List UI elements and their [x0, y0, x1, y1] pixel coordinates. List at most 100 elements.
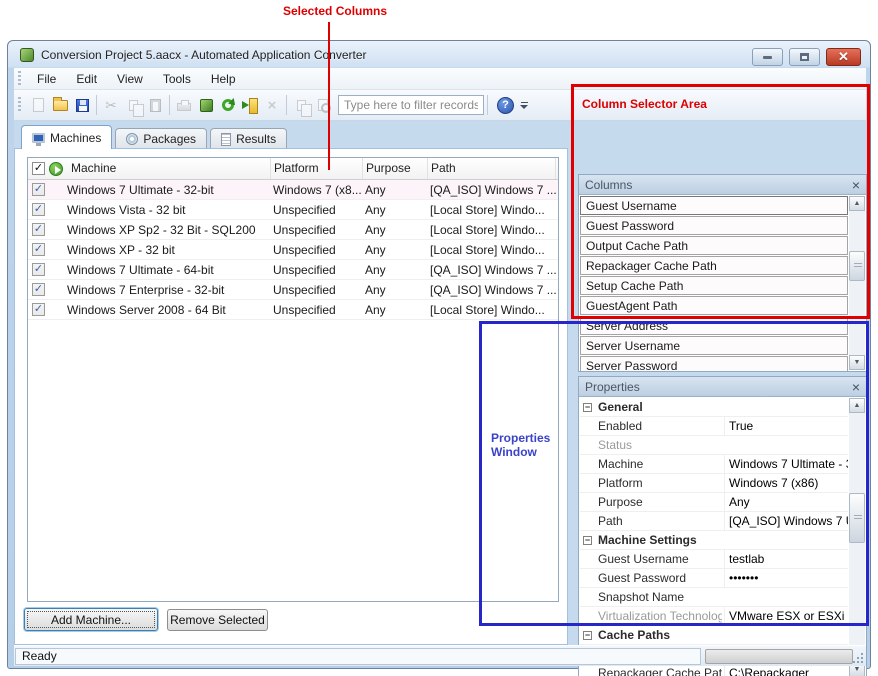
toolbar-grip-handle[interactable] — [18, 97, 21, 113]
print-icon[interactable] — [173, 94, 195, 116]
machine-rows: ✓Windows 7 Ultimate - 32-bitWindows 7 (x… — [28, 180, 558, 320]
tab-machines[interactable]: Machines — [21, 125, 112, 149]
duplicate-icon — [297, 100, 306, 111]
results-icon — [221, 133, 231, 146]
menu-help[interactable]: Help — [201, 69, 246, 89]
row-checkbox[interactable]: ✓ — [32, 243, 45, 256]
cut-icon: ✂ — [105, 97, 117, 114]
annotation-selected-columns-label: Selected Columns — [283, 4, 387, 18]
cell-platform: Unspecified — [273, 200, 361, 220]
tab-strip: Machines Packages Results — [21, 125, 290, 149]
select-all-checkbox[interactable]: ✓ — [32, 162, 45, 175]
run-conversion-icon[interactable] — [239, 94, 261, 116]
stop-icon[interactable]: × — [261, 94, 283, 116]
row-checkbox[interactable]: ✓ — [32, 223, 45, 236]
cell-purpose: Any — [365, 180, 425, 200]
add-machine-button[interactable]: Add Machine... — [24, 608, 158, 631]
tab-results[interactable]: Results — [210, 128, 287, 149]
tab-label: Results — [236, 132, 276, 146]
machine-row[interactable]: ✓Windows 7 Ultimate - 64-bitUnspecifiedA… — [28, 260, 558, 280]
screenshot-root: Conversion Project 5.aacx - Automated Ap… — [0, 0, 878, 676]
cell-platform: Unspecified — [273, 300, 361, 320]
title-bar[interactable]: Conversion Project 5.aacx - Automated Ap… — [8, 41, 870, 68]
filter-records-input[interactable] — [338, 95, 484, 115]
cell-path: [Local Store] Windo... — [430, 240, 556, 260]
row-checkbox[interactable]: ✓ — [32, 303, 45, 316]
paste-icon[interactable] — [144, 94, 166, 116]
menu-tools[interactable]: Tools — [153, 69, 201, 89]
machine-row[interactable]: ✓Windows 7 Enterprise - 32-bitUnspecifie… — [28, 280, 558, 300]
cell-platform: Unspecified — [273, 220, 361, 240]
open-project-icon[interactable] — [49, 94, 71, 116]
column-header-machine[interactable]: Machine — [68, 158, 271, 179]
group-name: Cache Paths — [598, 626, 838, 645]
toolbar-separator — [487, 95, 488, 115]
preview-icon — [318, 99, 328, 111]
overflow-bar-icon — [521, 102, 528, 103]
app-icon — [20, 48, 34, 62]
copy-icon[interactable] — [122, 94, 144, 116]
machine-row[interactable]: ✓Windows 7 Ultimate - 32-bitWindows 7 (x… — [28, 180, 558, 200]
cell-purpose: Any — [365, 220, 425, 240]
cell-machine: Windows 7 Ultimate - 64-bit — [67, 260, 267, 280]
menu-view[interactable]: View — [107, 69, 153, 89]
refresh-icon[interactable] — [217, 94, 239, 116]
machine-row[interactable]: ✓Windows Vista - 32 bitUnspecifiedAny[Lo… — [28, 200, 558, 220]
package-icon — [200, 99, 213, 112]
duplicate-icon[interactable] — [290, 94, 312, 116]
cell-path: [Local Store] Windo... — [430, 220, 556, 240]
cell-machine: Windows XP Sp2 - 32 Bit - SQL200 — [67, 220, 267, 240]
annotation-selected-columns-line — [328, 22, 330, 170]
cell-machine: Windows Vista - 32 bit — [67, 200, 267, 220]
machine-row[interactable]: ✓Windows XP - 32 bitUnspecifiedAny[Local… — [28, 240, 558, 260]
help-icon[interactable]: ? — [497, 97, 514, 114]
annotation-column-selector-label: Column Selector Area — [582, 97, 707, 111]
toolbar-overflow-button[interactable] — [520, 102, 528, 109]
minimize-icon — [763, 56, 772, 59]
preview-icon[interactable] — [312, 94, 334, 116]
property-group-header[interactable]: −Cache Paths — [580, 626, 848, 645]
column-header-path[interactable]: Path — [428, 158, 556, 179]
collapse-icon[interactable]: − — [583, 631, 592, 640]
menu-edit[interactable]: Edit — [66, 69, 107, 89]
save-project-icon[interactable] — [71, 94, 93, 116]
resize-grip[interactable] — [853, 653, 863, 663]
tab-packages[interactable]: Packages — [115, 128, 207, 149]
chevron-down-icon — [520, 105, 528, 109]
maximize-button[interactable] — [789, 48, 820, 66]
cell-machine: Windows Server 2008 - 64 Bit — [67, 300, 267, 320]
cell-path: [QA_ISO] Windows 7 ... — [430, 280, 556, 300]
row-checkbox[interactable]: ✓ — [32, 183, 45, 196]
column-header-platform[interactable]: Platform — [271, 158, 363, 179]
minimize-button[interactable] — [752, 48, 783, 66]
row-checkbox[interactable]: ✓ — [32, 203, 45, 216]
cell-machine: Windows 7 Ultimate - 32-bit — [67, 180, 267, 200]
tab-label: Machines — [50, 131, 101, 145]
run-status-column-icon[interactable] — [49, 162, 63, 176]
row-checkbox[interactable]: ✓ — [32, 263, 45, 276]
cell-purpose: Any — [365, 300, 425, 320]
status-progress-area — [705, 649, 853, 664]
new-document-icon — [33, 98, 44, 112]
cell-purpose: Any — [365, 260, 425, 280]
tab-label: Packages — [143, 132, 196, 146]
column-header-purpose[interactable]: Purpose — [363, 158, 428, 179]
close-button[interactable]: ✕ — [826, 48, 861, 66]
stop-icon: × — [268, 98, 277, 113]
menu-grip-handle[interactable] — [18, 71, 21, 87]
cell-platform: Unspecified — [273, 240, 361, 260]
open-project-icon — [53, 100, 68, 111]
cell-machine: Windows 7 Enterprise - 32-bit — [67, 280, 267, 300]
new-document-icon[interactable] — [27, 94, 49, 116]
cell-machine: Windows XP - 32 bit — [67, 240, 267, 260]
machine-row[interactable]: ✓ Windows Server 2008 - 64 Bit Unspecified… — [28, 300, 558, 320]
cell-path: [QA_ISO] Windows 7 ... — [430, 260, 556, 280]
cut-icon[interactable]: ✂ — [100, 94, 122, 116]
cell-path: [QA_ISO] Windows 7 ... — [430, 180, 556, 200]
maximize-icon — [800, 53, 809, 61]
remove-selected-button[interactable]: Remove Selected — [167, 609, 268, 631]
row-checkbox[interactable]: ✓ — [32, 283, 45, 296]
menu-file[interactable]: File — [27, 69, 66, 89]
machine-row[interactable]: ✓ Windows XP Sp2 - 32 Bit - SQL200 Unspeci… — [28, 220, 558, 240]
package-icon[interactable] — [195, 94, 217, 116]
